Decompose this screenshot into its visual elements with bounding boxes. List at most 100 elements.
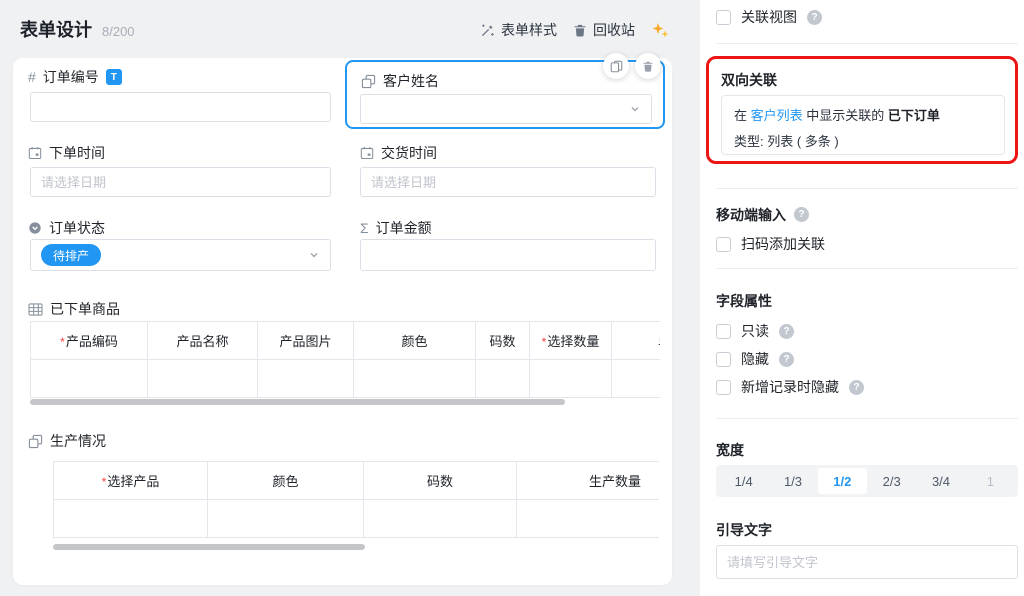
help-icon[interactable]: ?	[849, 380, 864, 395]
related-view-row[interactable]: 关联视图 ?	[716, 8, 822, 26]
readonly-row[interactable]: 只读 ?	[716, 322, 794, 340]
width-option-full[interactable]: 1	[966, 468, 1015, 494]
table-empty-row	[31, 360, 661, 398]
column-header: 颜色	[208, 462, 364, 500]
table-grid-icon	[28, 303, 43, 316]
order-amount-input[interactable]	[360, 239, 656, 271]
help-icon[interactable]: ?	[794, 207, 809, 222]
width-segmented-control: 1/4 1/3 1/2 2/3 3/4 1	[716, 465, 1018, 497]
order-status-select[interactable]: 待排产	[30, 239, 331, 271]
form-style-button[interactable]: 表单样式	[480, 20, 557, 40]
hide-on-new-record-checkbox[interactable]	[716, 380, 731, 395]
sum-sigma-icon: Σ	[360, 221, 369, 235]
trash-icon	[573, 23, 587, 38]
table2-horizontal-scrollbar[interactable]	[53, 544, 365, 550]
column-header: 生产数量	[517, 462, 660, 500]
hide-on-new-record-row[interactable]: 新增记录时隐藏 ?	[716, 378, 864, 396]
field-count: 8/200	[102, 24, 135, 39]
delivery-time-input[interactable]	[360, 167, 656, 197]
scan-add-relation-label: 扫码添加关联	[741, 234, 825, 254]
relation-field-icon	[361, 74, 376, 89]
width-option-1-4[interactable]: 1/4	[719, 468, 768, 494]
field-properties-title: 字段属性	[716, 292, 772, 309]
order-time-input[interactable]	[30, 167, 331, 197]
width-option-3-4[interactable]: 3/4	[916, 468, 965, 494]
copy-field-button[interactable]	[603, 53, 629, 79]
number-field-icon: #	[28, 70, 36, 84]
hidden-checkbox[interactable]	[716, 352, 731, 367]
table-header-row: *产品编码 产品名称 产品图片 颜色 码数 *选择数量 单位	[31, 322, 661, 360]
status-tag: 待排产	[41, 244, 101, 266]
calendar-icon	[360, 146, 374, 160]
width-option-1-2-selected[interactable]: 1/2	[818, 468, 867, 494]
divider	[716, 43, 1018, 44]
table1-horizontal-scrollbar[interactable]	[30, 399, 565, 405]
text-type-badge: T	[106, 69, 122, 85]
chevron-down-icon[interactable]	[629, 103, 641, 115]
hide-on-new-record-label: 新增记录时隐藏	[741, 377, 839, 397]
field-delivery-time[interactable]: 交货时间	[360, 144, 437, 162]
guide-text-input[interactable]	[716, 545, 1018, 579]
width-option-2-3[interactable]: 2/3	[867, 468, 916, 494]
customer-name-select[interactable]	[360, 94, 652, 124]
column-header: 码数	[364, 462, 517, 500]
field-order-amount[interactable]: Σ 订单金额	[360, 219, 432, 237]
help-icon[interactable]: ?	[779, 352, 794, 367]
relation-type: 类型: 列表 ( 多条 )	[734, 132, 992, 152]
field-label: 交货时间	[381, 143, 437, 163]
help-icon[interactable]: ?	[779, 324, 794, 339]
bidirectional-title: 双向关联	[721, 71, 777, 88]
column-header: *产品编码	[31, 322, 148, 360]
column-header: 颜色	[354, 322, 476, 360]
readonly-checkbox[interactable]	[716, 324, 731, 339]
help-icon[interactable]: ?	[807, 10, 822, 25]
hidden-label: 隐藏	[741, 349, 769, 369]
page-title: 表单设计	[20, 16, 92, 42]
related-view-checkbox[interactable]	[716, 10, 731, 25]
field-ordered-products[interactable]: 已下单商品	[28, 300, 120, 318]
field-label: 订单编号	[43, 67, 99, 87]
field-label: 下单时间	[49, 143, 105, 163]
ordered-products-table[interactable]: *产品编码 产品名称 产品图片 颜色 码数 *选择数量 单位	[30, 321, 660, 398]
width-title: 宽度	[716, 441, 744, 458]
field-order-time[interactable]: 下单时间	[28, 144, 105, 162]
divider	[716, 418, 1018, 419]
order-number-input[interactable]	[30, 92, 331, 122]
field-order-status[interactable]: 订单状态	[28, 219, 105, 237]
field-label: 客户姓名	[383, 71, 439, 91]
ai-sparkle-icon[interactable]	[651, 21, 670, 40]
field-label: 已下单商品	[50, 299, 120, 319]
divider	[716, 188, 1018, 189]
bidirectional-highlight-box: 双向关联 在 客户列表 中显示关联的 已下订单 类型: 列表 ( 多条 )	[706, 56, 1018, 164]
header-actions: 表单样式 回收站	[480, 20, 670, 40]
linked-form-name: 已下订单	[888, 108, 940, 123]
required-mark: *	[102, 475, 107, 489]
divider	[716, 268, 1018, 269]
field-production-status[interactable]: 生产情况	[28, 432, 106, 450]
required-mark: *	[60, 335, 65, 349]
scan-add-relation-row[interactable]: 扫码添加关联	[716, 235, 825, 253]
mobile-input-title: 移动端输入 ?	[716, 206, 809, 223]
production-status-table[interactable]: *选择产品 颜色 码数 生产数量	[53, 461, 659, 538]
table-header-row: *选择产品 颜色 码数 生产数量	[54, 462, 660, 500]
hidden-row[interactable]: 隐藏 ?	[716, 350, 794, 368]
field-customer-name-selected[interactable]: 客户姓名	[345, 60, 665, 129]
recycle-bin-button[interactable]: 回收站	[573, 20, 635, 40]
calendar-icon	[28, 146, 42, 160]
form-style-label: 表单样式	[501, 20, 557, 40]
form-canvas: # 订单编号 T 客户姓名	[13, 58, 672, 585]
delete-field-button[interactable]	[635, 53, 661, 79]
field-label: 生产情况	[50, 431, 106, 451]
relation-description: 在 客户列表 中显示关联的 已下订单	[734, 106, 992, 126]
customer-list-link[interactable]: 客户列表	[751, 108, 803, 123]
width-option-1-3[interactable]: 1/3	[768, 468, 817, 494]
field-settings-panel: 关联视图 ? 双向关联 在 客户列表 中显示关联的 已下订单 类型: 列表 ( …	[700, 0, 1024, 596]
guide-text-title: 引导文字	[716, 521, 772, 538]
column-header: 码数	[476, 322, 530, 360]
magic-wand-icon	[480, 23, 495, 38]
table-empty-row	[54, 500, 660, 538]
chevron-down-icon[interactable]	[308, 249, 320, 261]
relation-field-icon	[28, 434, 43, 449]
scan-add-relation-checkbox[interactable]	[716, 237, 731, 252]
recycle-bin-label: 回收站	[593, 20, 635, 40]
